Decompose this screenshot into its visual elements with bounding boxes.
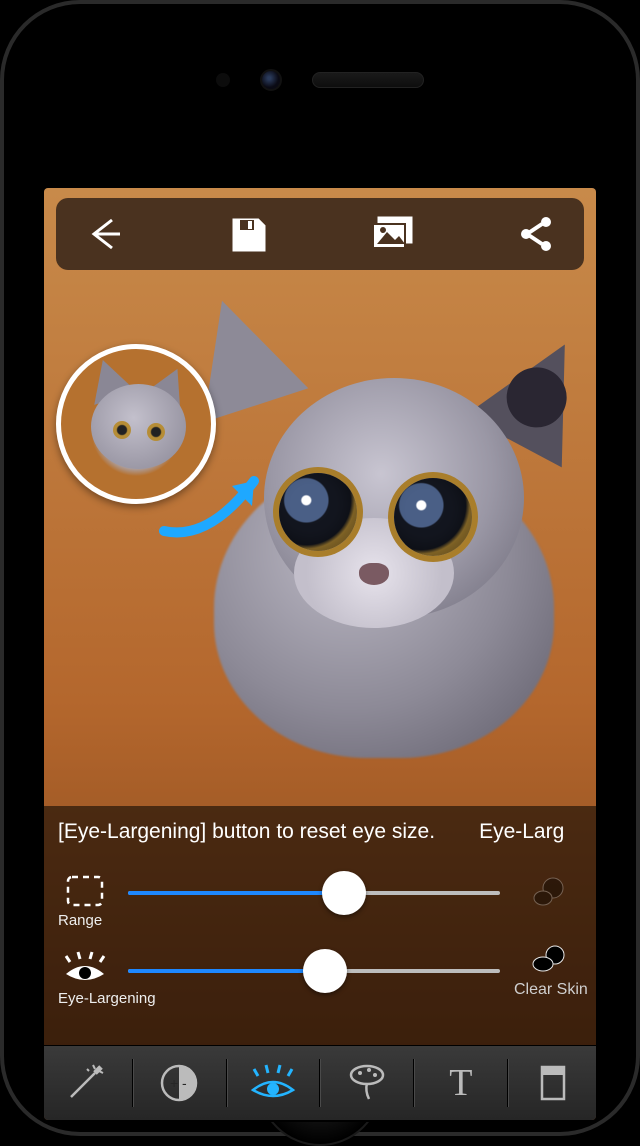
tab-eye-beauty[interactable]	[237, 1053, 309, 1113]
back-button[interactable]	[78, 208, 130, 260]
phone-notch	[0, 40, 640, 120]
text-icon: T	[449, 1061, 472, 1105]
eye-beauty-icon	[248, 1062, 298, 1104]
gallery-button[interactable]	[366, 208, 418, 260]
eye-slider[interactable]	[128, 951, 500, 991]
range-label: Range	[58, 912, 102, 929]
adjust-panel: [Eye-Largening] button to reset eye size…	[44, 806, 596, 1046]
gallery-icon	[369, 214, 415, 254]
eye-label: Eye-Largening	[58, 990, 156, 1007]
range-slider[interactable]	[128, 873, 500, 913]
share-icon	[516, 214, 556, 254]
front-camera	[260, 69, 282, 91]
contrast-icon: +-	[158, 1062, 200, 1104]
range-icon[interactable]	[56, 873, 114, 914]
clear-skin-label: Clear Skin	[514, 981, 584, 999]
save-button[interactable]	[222, 208, 274, 260]
compare-arrow-icon	[154, 466, 274, 546]
arrow-left-icon	[84, 214, 124, 254]
eye-row: Clear Skin Eye-Largening	[44, 932, 596, 1010]
share-button[interactable]	[510, 208, 562, 260]
top-toolbar	[56, 198, 584, 270]
tab-brush[interactable]	[331, 1053, 403, 1113]
eye-largening-icon[interactable]	[56, 950, 114, 993]
tab-contrast[interactable]: +-	[143, 1053, 215, 1113]
proximity-sensor	[216, 73, 230, 87]
svg-text:+: +	[170, 1075, 178, 1091]
hint-left: [Eye-Largening] button to reset eye size…	[58, 820, 435, 843]
range-row: Range	[44, 854, 596, 932]
magic-wand-icon	[63, 1061, 107, 1105]
earpiece-speaker	[312, 72, 424, 88]
save-icon	[228, 214, 268, 254]
frame-icon	[540, 1063, 570, 1103]
hint-right: Eye-Larg	[479, 820, 564, 843]
phone-frame: [Eye-Largening] button to reset eye size…	[0, 0, 640, 1136]
hint-text: [Eye-Largening] button to reset eye size…	[44, 816, 596, 854]
clear-skin-ghost-icon	[514, 874, 584, 913]
tab-magic-wand[interactable]	[49, 1053, 121, 1113]
paint-brush-icon	[345, 1061, 389, 1105]
enlarged-eye-right	[394, 478, 472, 556]
tab-text[interactable]: T	[425, 1053, 497, 1113]
enlarged-eye-left	[279, 473, 357, 551]
clear-skin-button[interactable]: Clear Skin	[514, 944, 584, 999]
bottom-tabbar: +- T	[44, 1045, 596, 1120]
svg-text:-: -	[182, 1075, 187, 1091]
tab-frame[interactable]	[519, 1053, 591, 1113]
app-screen: [Eye-Largening] button to reset eye size…	[44, 188, 596, 1120]
